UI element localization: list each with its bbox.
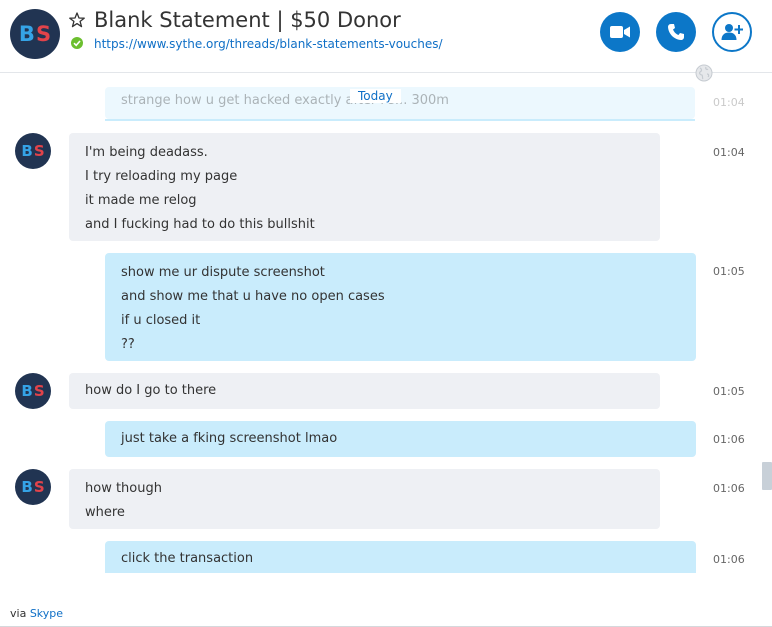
avatar-initial-1: B [21, 477, 33, 496]
message-time: 01:06 [713, 433, 745, 446]
message-bubble-incoming[interactable]: how though where [69, 469, 660, 529]
contact-avatar[interactable]: BS [10, 9, 60, 59]
message-bubble-outgoing[interactable]: show me ur dispute screenshot and show m… [105, 253, 696, 361]
add-contact-icon [721, 24, 743, 40]
message-time: 01:04 [713, 146, 745, 159]
globe-icon [695, 64, 713, 82]
message-line: how though [85, 481, 162, 496]
faded-message-time: 01:04 [713, 96, 745, 109]
message-time: 01:06 [713, 482, 745, 495]
avatar-initial-2: S [33, 141, 45, 160]
message-line: I'm being deadass. [85, 145, 208, 160]
contact-title: Blank Statement | $50 Donor [94, 8, 401, 32]
phone-call-icon [668, 24, 684, 40]
avatar-initial-1: B [21, 141, 33, 160]
message-bubble-incoming[interactable]: how do I go to there [69, 373, 660, 409]
message-line: if u closed it [121, 313, 201, 328]
message-line: I try reloading my page [85, 169, 238, 184]
date-divider: Today [350, 89, 401, 103]
faded-message-edge [105, 119, 695, 121]
add-contact-button[interactable] [712, 12, 752, 52]
video-call-icon [610, 26, 630, 38]
phone-call-button[interactable] [656, 12, 696, 52]
profile-link[interactable]: https://www.sythe.org/threads/blank-stat… [94, 37, 443, 51]
avatar-initial-2: S [33, 381, 45, 400]
footer-prefix: via [10, 607, 30, 620]
sender-avatar[interactable]: BS [15, 469, 51, 505]
message-line: where [85, 505, 125, 520]
message-line: show me ur dispute screenshot [121, 265, 325, 280]
avatar-initial-1: B [18, 21, 35, 46]
sender-avatar[interactable]: BS [15, 373, 51, 409]
message-line: ?? [121, 337, 135, 352]
video-call-button[interactable] [600, 12, 640, 52]
message-time: 01:05 [713, 265, 745, 278]
avatar-initial-2: S [35, 21, 52, 46]
message-bubble-outgoing[interactable]: click the transaction [105, 541, 696, 573]
message-line: click the transaction [121, 551, 254, 566]
skype-link[interactable]: Skype [30, 607, 63, 620]
message-time: 01:06 [713, 553, 745, 566]
scrollbar-thumb[interactable] [762, 462, 772, 490]
message-line: and show me that u have no open cases [121, 289, 385, 304]
conversation-area[interactable]: strange how u get hacked exactly after i… [0, 73, 760, 573]
message-line: and I fucking had to do this bullshit [85, 217, 315, 232]
avatar-initial-2: S [33, 477, 45, 496]
star-icon[interactable] [69, 12, 85, 28]
message-line: it made me relog [85, 193, 197, 208]
footer-attribution: via Skype [10, 607, 63, 620]
sender-avatar[interactable]: BS [15, 133, 51, 169]
message-time: 01:05 [713, 385, 745, 398]
message-bubble-incoming[interactable]: I'm being deadass. I try reloading my pa… [69, 133, 660, 241]
avatar-initial-1: B [21, 381, 33, 400]
scrollbar-track[interactable] [760, 73, 772, 573]
message-line: how do I go to there [85, 383, 217, 398]
message-line: just take a fking screenshot lmao [121, 431, 338, 446]
online-status-icon [71, 37, 83, 49]
message-bubble-outgoing[interactable]: just take a fking screenshot lmao [105, 421, 696, 457]
chat-header: BS Blank Statement | $50 Donor https://w… [0, 0, 772, 73]
